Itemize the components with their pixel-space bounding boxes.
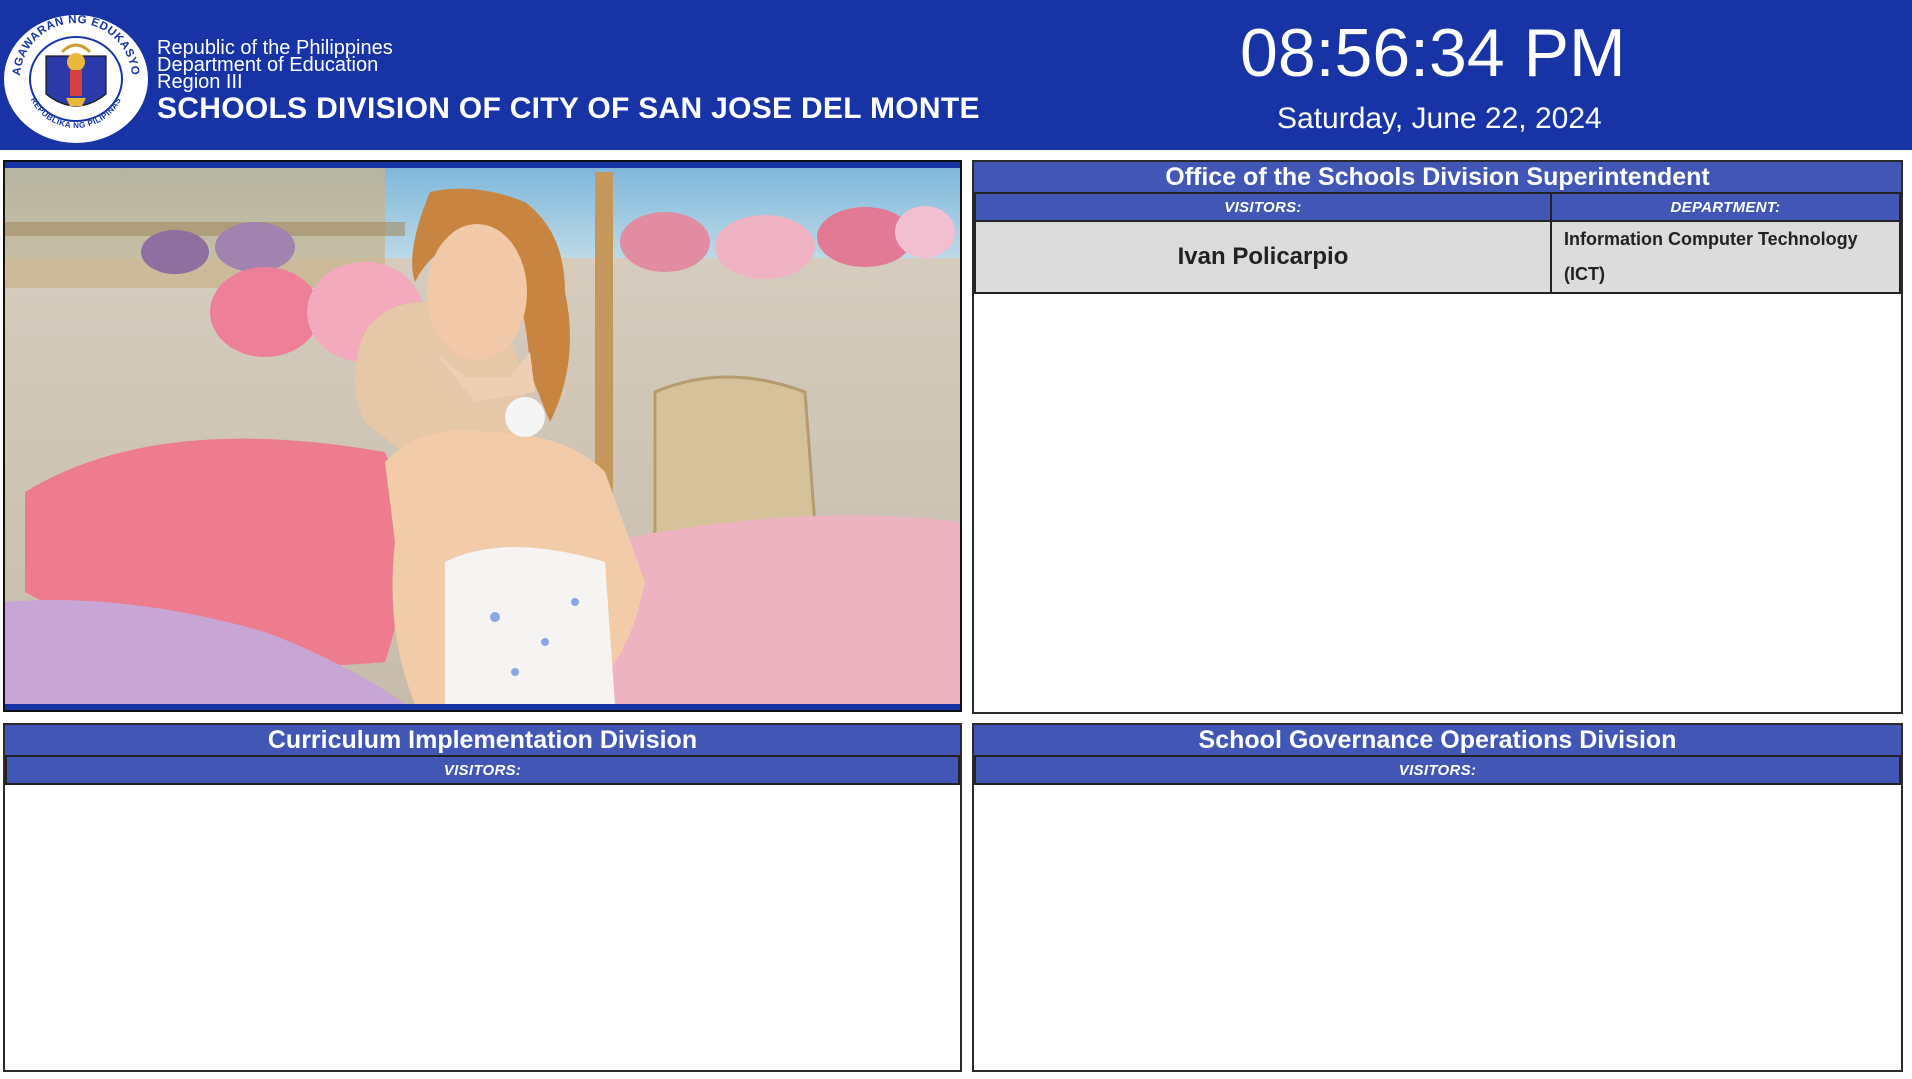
header-bar: KAGAWARAN NG EDUKASYON REPUBLIKA NG PILI…: [0, 0, 1912, 150]
panel-title-cid: Curriculum Implementation Division: [5, 725, 960, 755]
visitor-row: Ivan Policarpio Information Computer Tec…: [974, 222, 1901, 294]
visitors-column-header: VISITORS:: [1398, 762, 1477, 779]
sgod-column-headers: VISITORS:: [974, 755, 1901, 785]
visitors-column-header: VISITORS:: [976, 194, 1552, 220]
region-label: Region III: [157, 71, 243, 93]
org-lines: Republic of the Philippines Department o…: [157, 38, 393, 93]
media-frame: [5, 168, 960, 704]
department-column-header: DEPARTMENT:: [1670, 199, 1781, 216]
clock-date: Saturday, June 22, 2024: [1277, 102, 1602, 135]
visitor-name: Ivan Policarpio: [976, 222, 1552, 292]
clock-time: 08:56:34 PM: [1240, 15, 1626, 91]
panel-title-osds: Office of the Schools Division Superinte…: [974, 162, 1901, 192]
panel-osds: Office of the Schools Division Superinte…: [972, 160, 1903, 714]
media-player[interactable]: [3, 160, 962, 712]
visitor-department: Information Computer Technology (ICT): [1564, 229, 1858, 284]
division-title: SCHOOLS DIVISION OF CITY OF SAN JOSE DEL…: [157, 92, 980, 125]
panel-sgod: School Governance Operations Division VI…: [972, 723, 1903, 1072]
cid-column-headers: VISITORS:: [5, 755, 960, 785]
visitors-column-header: VISITORS:: [443, 762, 522, 779]
osds-column-headers: VISITORS: DEPARTMENT:: [974, 192, 1901, 222]
panel-cid: Curriculum Implementation Division VISIT…: [3, 723, 962, 1072]
deped-seal-icon: KAGAWARAN NG EDUKASYON REPUBLIKA NG PILI…: [2, 14, 148, 143]
panel-title-sgod: School Governance Operations Division: [974, 725, 1901, 755]
